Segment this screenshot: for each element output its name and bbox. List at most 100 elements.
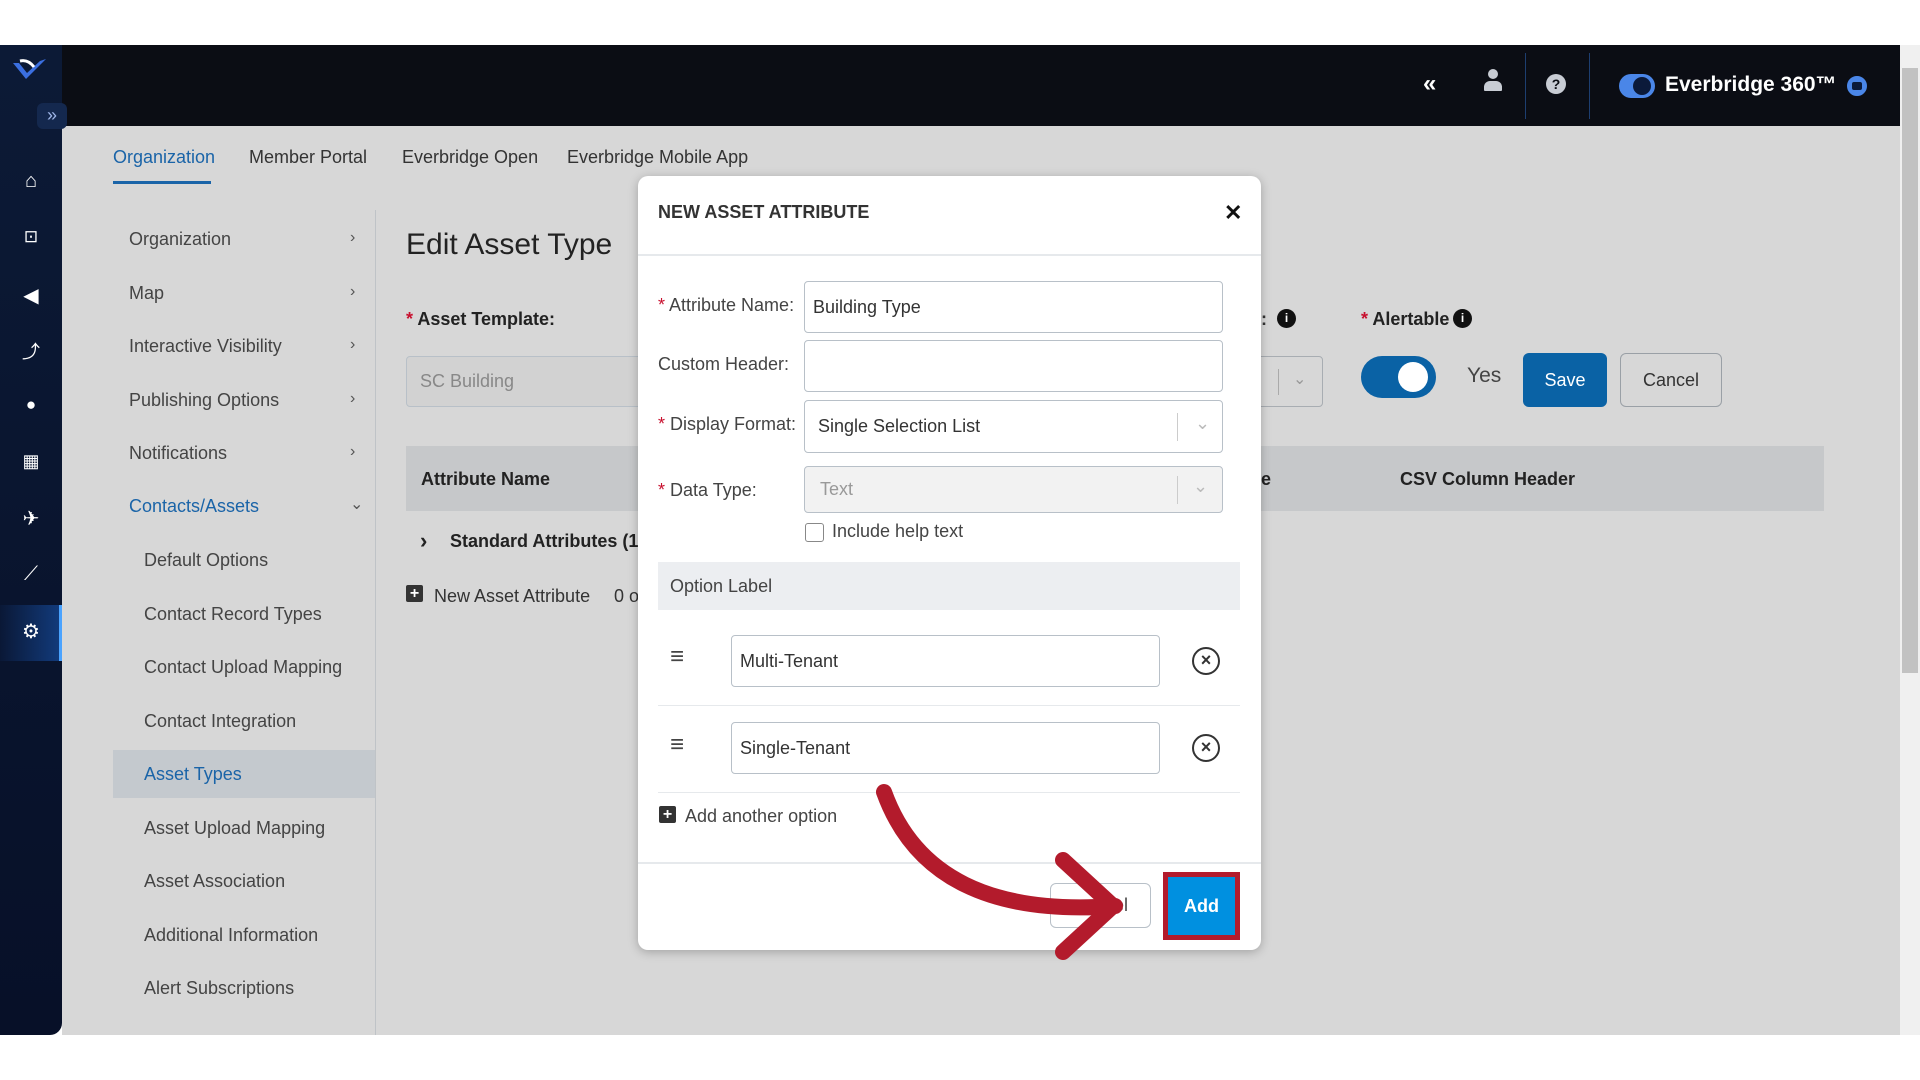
product-name: Everbridge 360™ bbox=[1665, 73, 1837, 96]
nav-interactive-visibility[interactable]: Interactive Visibility bbox=[129, 336, 282, 357]
nav-publishing-options[interactable]: Publishing Options bbox=[129, 390, 279, 411]
nav-organization[interactable]: Organization bbox=[129, 229, 231, 250]
remove-option-icon[interactable]: × bbox=[1192, 647, 1220, 675]
location-icon[interactable]: ● bbox=[0, 395, 62, 415]
new-asset-attribute-modal: NEW ASSET ATTRIBUTE ✕ * Attribute Name: … bbox=[638, 176, 1261, 950]
everbridge-logo[interactable] bbox=[12, 57, 50, 83]
close-icon[interactable]: ✕ bbox=[1224, 200, 1242, 226]
chat-icon[interactable] bbox=[1847, 76, 1867, 96]
analytics-icon[interactable]: ⟋ bbox=[0, 563, 62, 586]
include-help-text-checkbox[interactable] bbox=[805, 523, 824, 542]
top-navbar: « ? Everbridge 360™ bbox=[0, 45, 1900, 126]
tab-everbridge-open[interactable]: Everbridge Open bbox=[402, 147, 538, 168]
option-input[interactable]: Single-Tenant bbox=[731, 722, 1160, 774]
asset-template-input[interactable]: SC Building bbox=[406, 356, 656, 407]
cancel-button[interactable]: Cancel bbox=[1620, 353, 1722, 407]
data-type-select[interactable]: Text ⌄ bbox=[804, 466, 1223, 513]
attribute-name-input[interactable]: Building Type bbox=[804, 281, 1223, 333]
user-icon[interactable] bbox=[1484, 69, 1502, 93]
nav-asset-association[interactable]: Asset Association bbox=[144, 871, 285, 892]
custom-header-input[interactable] bbox=[804, 340, 1223, 392]
gear-icon: ⚙ bbox=[22, 621, 40, 643]
save-button[interactable]: Save bbox=[1523, 353, 1607, 407]
nav-contact-upload-mapping[interactable]: Contact Upload Mapping bbox=[144, 657, 342, 678]
sidebar: » ⌂ ⊡ ◀ ⤴ ● ▦ ✈ ⟋ ⚙ bbox=[0, 45, 67, 1035]
nav-contacts-assets[interactable]: Contacts/Assets bbox=[129, 496, 259, 517]
incident-icon[interactable]: ⤴ bbox=[0, 338, 62, 364]
column-header-attribute-name: Attribute Name bbox=[421, 469, 551, 489]
nav-asset-upload-mapping[interactable]: Asset Upload Mapping bbox=[144, 818, 325, 839]
chevron-right-icon: › bbox=[350, 336, 356, 353]
asset-template-label: * Asset Template: bbox=[406, 309, 556, 329]
alertable-value: Yes bbox=[1467, 364, 1502, 387]
chevron-down-icon: ⌄ bbox=[1193, 476, 1209, 496]
chevron-down-icon: ⌄ bbox=[350, 496, 364, 513]
custom-header-label: Custom Header: bbox=[658, 354, 790, 374]
map-icon[interactable]: ⊡ bbox=[0, 227, 62, 247]
display-format-value: Single Selection List bbox=[818, 416, 981, 436]
row-divider bbox=[658, 792, 1240, 793]
home-icon[interactable]: ⌂ bbox=[0, 170, 62, 193]
drag-handle-icon[interactable]: ≡ bbox=[670, 731, 684, 759]
footer-divider bbox=[638, 862, 1261, 864]
hidden-label-suffix: : bbox=[1261, 309, 1267, 329]
nav-notifications[interactable]: Notifications bbox=[129, 443, 227, 464]
nav-asset-types[interactable]: Asset Types bbox=[144, 764, 242, 785]
chevron-right-icon: › bbox=[350, 443, 356, 460]
display-format-select[interactable]: Single Selection List ⌄ bbox=[804, 400, 1223, 453]
settings-item[interactable]: ⚙ bbox=[0, 605, 62, 661]
plus-square-icon[interactable]: + bbox=[659, 806, 676, 823]
display-format-label: * Display Format: bbox=[658, 414, 797, 434]
modal-cancel-button[interactable]: el bbox=[1050, 883, 1151, 928]
help-icon[interactable]: ? bbox=[1546, 74, 1566, 94]
add-another-option-link[interactable]: Add another option bbox=[685, 806, 837, 827]
column-header-partial: e bbox=[1261, 469, 1272, 489]
scrollbar-thumb[interactable] bbox=[1902, 68, 1918, 673]
nav-alert-subscriptions[interactable]: Alert Subscriptions bbox=[144, 978, 294, 999]
chevron-right-icon[interactable]: › bbox=[420, 528, 427, 554]
add-button[interactable]: Add bbox=[1168, 877, 1235, 935]
nav-default-options[interactable]: Default Options bbox=[144, 550, 268, 571]
alertable-toggle[interactable] bbox=[1361, 356, 1436, 398]
column-header-csv: CSV Column Header bbox=[1400, 469, 1576, 489]
chevron-down-icon: ⌄ bbox=[1293, 371, 1307, 388]
data-type-value: Text bbox=[820, 479, 854, 499]
data-type-label: * Data Type: bbox=[658, 480, 757, 500]
plus-square-icon[interactable]: + bbox=[406, 585, 423, 602]
expand-icon[interactable]: » bbox=[37, 103, 67, 129]
divider bbox=[1525, 53, 1526, 119]
drag-handle-icon[interactable]: ≡ bbox=[670, 643, 684, 671]
tab-member-portal[interactable]: Member Portal bbox=[249, 147, 367, 168]
standard-attributes-row[interactable]: Standard Attributes (16 bbox=[450, 531, 648, 552]
info-icon[interactable]: i bbox=[1453, 309, 1472, 328]
nav-map[interactable]: Map bbox=[129, 283, 164, 304]
row-divider bbox=[658, 705, 1240, 706]
alertable-label: * Alertable bbox=[1361, 309, 1450, 329]
nav-additional-information[interactable]: Additional Information bbox=[144, 925, 318, 946]
attribute-name-label: * Attribute Name: bbox=[658, 295, 795, 315]
tab-organization[interactable]: Organization bbox=[113, 147, 215, 168]
chevron-right-icon: › bbox=[350, 229, 356, 246]
divider bbox=[1589, 53, 1590, 119]
product-toggle[interactable] bbox=[1619, 74, 1655, 98]
tab-everbridge-mobile-app[interactable]: Everbridge Mobile App bbox=[567, 147, 748, 168]
chevron-right-icon: › bbox=[350, 390, 356, 407]
report-icon[interactable]: ▦ bbox=[0, 451, 62, 472]
travel-icon[interactable]: ✈ bbox=[0, 506, 62, 531]
nav-contact-record-types[interactable]: Contact Record Types bbox=[144, 604, 322, 625]
modal-cancel-label: el bbox=[1113, 895, 1128, 915]
option-label-header-text: Option Label bbox=[670, 576, 773, 596]
option-input[interactable]: Multi-Tenant bbox=[731, 635, 1160, 687]
new-asset-attribute-link[interactable]: New Asset Attribute bbox=[434, 586, 590, 607]
collapse-icon[interactable]: « bbox=[1423, 70, 1436, 98]
nav-contact-integration[interactable]: Contact Integration bbox=[144, 711, 296, 732]
remove-option-icon[interactable]: × bbox=[1192, 734, 1220, 762]
info-icon[interactable]: i bbox=[1277, 309, 1296, 328]
modal-title: NEW ASSET ATTRIBUTE bbox=[658, 202, 870, 222]
attribute-count: 0 o bbox=[614, 586, 640, 606]
megaphone-icon[interactable]: ◀ bbox=[0, 283, 62, 308]
option-label-header: Option Label bbox=[658, 562, 1240, 610]
tab-underline bbox=[113, 181, 211, 184]
page-title: Edit Asset Type bbox=[406, 228, 613, 261]
chevron-right-icon: › bbox=[350, 283, 356, 300]
